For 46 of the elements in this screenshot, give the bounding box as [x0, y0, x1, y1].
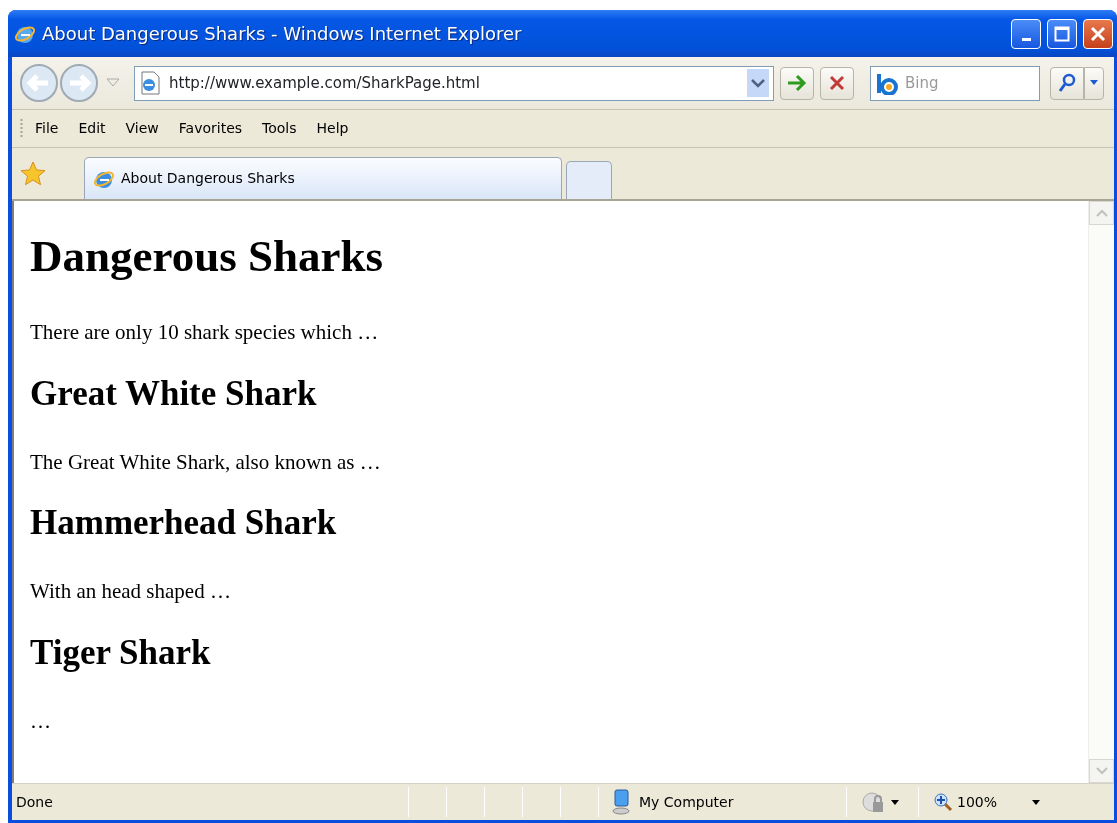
- paragraph: The Great White Shark, also known as …: [30, 448, 382, 476]
- address-field[interactable]: http://www.example.com/SharkPage.html: [134, 65, 774, 101]
- section-heading: Tiger Shark: [30, 631, 212, 674]
- page-icon: [139, 71, 161, 95]
- dropdown-icon[interactable]: [1032, 799, 1040, 805]
- paragraph: …: [30, 707, 52, 735]
- maximize-icon: [1054, 25, 1070, 42]
- search-icon: [1058, 73, 1076, 93]
- paragraph: There are only 10 shark species which …: [30, 319, 380, 346]
- close-button[interactable]: [1083, 18, 1113, 49]
- menu-item[interactable]: Help: [308, 116, 357, 141]
- arrow-icon: [786, 74, 808, 92]
- search-options-button[interactable]: [1084, 66, 1104, 100]
- maximize-button[interactable]: [1047, 18, 1077, 49]
- paragraph: With an head shaped …: [30, 578, 232, 605]
- menu-item[interactable]: Tools: [254, 116, 305, 141]
- menu-item[interactable]: Edit: [70, 116, 114, 141]
- menu-item[interactable]: File: [27, 116, 67, 141]
- zoom-level-text: 100%: [957, 792, 999, 812]
- minimize-button[interactable]: [1011, 18, 1041, 49]
- back-button[interactable]: [18, 62, 60, 104]
- search-field[interactable]: Bing: [870, 65, 1040, 101]
- window-title: About Dangerous Sharks - Windows Internet Explorer: [42, 22, 523, 46]
- zoom-icon[interactable]: [933, 792, 953, 812]
- url-text: http://www.example.com/SharkPage.html: [169, 72, 481, 94]
- computer-icon: [611, 789, 631, 815]
- favorites-star-icon[interactable]: [20, 160, 46, 187]
- search-engine-logo-icon: [875, 72, 901, 95]
- go-button[interactable]: [780, 66, 814, 100]
- menu-item[interactable]: View: [117, 116, 167, 141]
- dropdown-icon: [1090, 80, 1098, 86]
- close-icon: [828, 74, 846, 92]
- minimize-icon: [1021, 38, 1031, 41]
- forward-button[interactable]: [58, 62, 100, 104]
- status-text: Done: [15, 792, 54, 812]
- section-heading: Hammerhead Shark: [30, 502, 338, 544]
- stop-button[interactable]: [820, 66, 854, 100]
- page-heading: Dangerous Sharks: [30, 230, 384, 283]
- section-heading: Great White Shark: [30, 372, 318, 415]
- close-icon: [1090, 25, 1106, 42]
- zone-text: My Computer: [639, 792, 734, 812]
- search-button[interactable]: [1050, 66, 1084, 100]
- menu-item[interactable]: Favorites: [170, 116, 251, 141]
- grip-icon: [20, 117, 23, 140]
- browser-tab[interactable]: About Dangerous Sharks: [84, 157, 562, 199]
- dropdown-icon[interactable]: [891, 799, 899, 805]
